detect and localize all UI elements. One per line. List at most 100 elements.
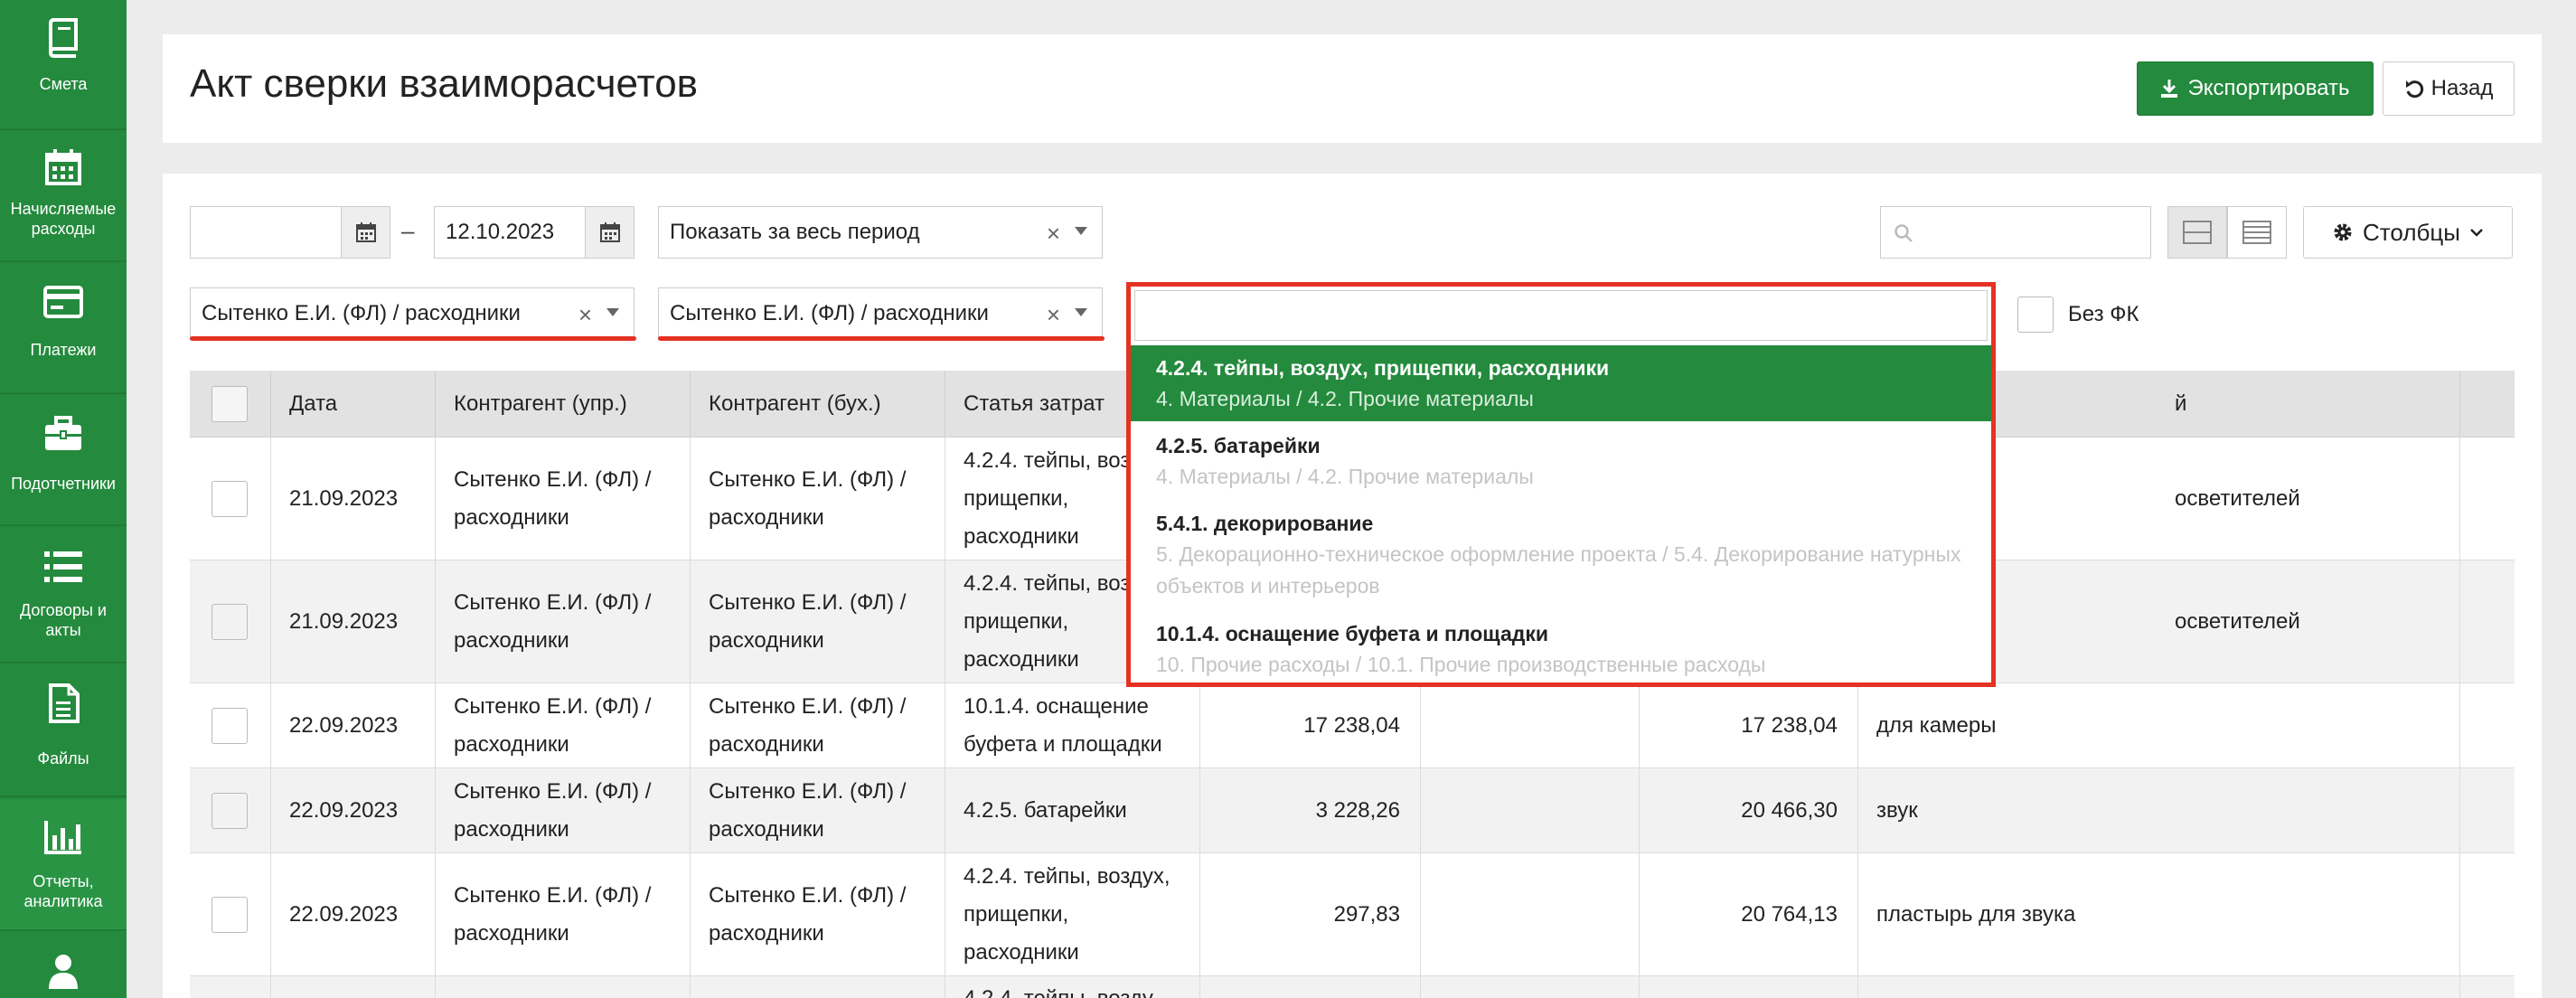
cell-contractor-mgmt: Сытенко Е.И. (ФЛ) / расходники — [436, 683, 691, 767]
sidebar-item-accountable[interactable]: Подотчетники — [0, 396, 127, 526]
row-checkbox[interactable] — [212, 896, 248, 933]
row-checkbox[interactable] — [212, 603, 248, 640]
cell-contractor-mgmt: Сытенко Е.И. (ФЛ) / расходники — [436, 768, 691, 852]
row-select[interactable] — [190, 853, 271, 975]
clear-icon[interactable]: × — [1047, 220, 1060, 248]
contractor-acc-value: Сытенко Е.И. (ФЛ) / расходники — [670, 301, 989, 325]
cell-debt — [1421, 976, 1640, 998]
cell-contractor-mgmt — [436, 976, 691, 998]
period-select[interactable]: Показать за весь период × — [658, 206, 1103, 259]
export-button[interactable]: Экспортировать — [2137, 61, 2374, 116]
row-select[interactable] — [190, 683, 271, 767]
dropdown-option-title: 4.2.4. тейпы, воздух, прищепки, расходни… — [1156, 356, 1610, 380]
cell-balance: 20 764,13 — [1640, 853, 1858, 975]
row-select[interactable] — [190, 976, 271, 998]
highlight-underline — [658, 336, 1105, 341]
sidebar-item-profile[interactable] — [0, 933, 127, 998]
cell-amount: 3 228,26 — [1200, 768, 1421, 852]
cell-contractor-mgmt: Сытенко Е.И. (ФЛ) / расходники — [436, 853, 691, 975]
cost-item-dropdown: 4.2.4. тейпы, воздух, прищепки, расходни… — [1126, 282, 1996, 687]
row-checkbox[interactable] — [212, 792, 248, 829]
cell-balance: 17 238,04 — [1640, 683, 1858, 767]
table-row[interactable]: 4.2.4. тейпы, возду — [190, 976, 2515, 998]
row-select[interactable] — [190, 768, 271, 852]
dropdown-option[interactable]: 4.2.5. батарейки 4. Материалы / 4.2. Про… — [1131, 423, 1991, 499]
cell-debt — [1421, 768, 1640, 852]
back-button[interactable]: Назад — [2383, 61, 2515, 116]
row-checkbox[interactable] — [212, 480, 248, 517]
contractor-mgmt-select[interactable]: Сытенко Е.И. (ФЛ) / расходники × — [190, 287, 635, 340]
sidebar-item-label: Платежи — [30, 341, 97, 359]
sidebar-item-accrued[interactable]: Начисляемые расходы — [0, 132, 127, 262]
sidebar-item-reports[interactable]: Отчеты, аналитика — [0, 799, 127, 931]
cell-date: 21.09.2023 — [271, 560, 436, 683]
dropdown-option-title: 10.1.4. оснащение буфета и площадки — [1156, 622, 1549, 645]
book-icon — [48, 18, 78, 58]
cell-contractor-acc: Сытенко Е.И. (ФЛ) / расходники — [691, 438, 945, 560]
row-select[interactable] — [190, 560, 271, 683]
header-actions — [2460, 371, 2515, 438]
cell-balance: 20 466,30 — [1640, 768, 1858, 852]
no-fk-checkbox[interactable] — [2017, 297, 2054, 333]
sidebar-item-files[interactable]: Файлы — [0, 665, 127, 797]
row-select[interactable] — [190, 438, 271, 560]
card-icon — [43, 286, 83, 318]
view-dense-button[interactable] — [2227, 206, 2287, 259]
date-to-calendar-button[interactable] — [585, 207, 634, 258]
chevron-down-icon — [2470, 229, 2483, 237]
cell-balance — [1640, 976, 1858, 998]
calendar-icon — [45, 149, 81, 185]
dropdown-option[interactable]: 10.1.4. оснащение буфета и площадки 10. … — [1131, 611, 1991, 683]
row-checkbox[interactable] — [212, 707, 248, 744]
dropdown-option-title: 5.4.1. декорирование — [1156, 512, 1374, 535]
cell-cost-item: 4.2.4. тейпы, возду — [945, 976, 1200, 998]
contractor-acc-select[interactable]: Сытенко Е.И. (ФЛ) / расходники × — [658, 287, 1103, 340]
calendar-icon — [599, 222, 620, 242]
columns-button[interactable]: Столбцы — [2303, 206, 2513, 259]
cell-comment: пластырь для звука — [1858, 853, 2460, 975]
export-button-label: Экспортировать — [2187, 76, 2350, 100]
clear-icon[interactable]: × — [1047, 301, 1060, 329]
sidebar-item-contracts[interactable]: Договоры и акты — [0, 528, 127, 664]
date-to-field[interactable]: 12.10.2023 — [434, 206, 635, 259]
header-contractor-acc[interactable]: Контрагент (бух.) — [691, 371, 945, 438]
header-select-all[interactable] — [190, 371, 271, 438]
page-title: Акт сверки взаиморасчетов — [190, 61, 699, 106]
cell-amount — [1200, 976, 1421, 998]
sidebar-item-estimate[interactable]: Смета — [0, 0, 127, 130]
search-icon — [1894, 224, 1913, 242]
dropdown-option-path: 4. Материалы / 4.2. Прочие материалы — [1156, 387, 1534, 410]
sidebar-item-label: Начисляемые расходы — [10, 200, 117, 238]
download-icon — [2161, 80, 2178, 98]
view-compact-button[interactable] — [2167, 206, 2227, 259]
date-from-calendar-button[interactable] — [341, 207, 390, 258]
period-value: Показать за весь период — [670, 220, 920, 244]
cell-contractor-mgmt: Сытенко Е.И. (ФЛ) / расходники — [436, 438, 691, 560]
cell-comment-text: осветителей — [2175, 485, 2300, 511]
columns-button-label: Столбцы — [2363, 218, 2460, 246]
table-row[interactable]: 22.09.2023 Сытенко Е.И. (ФЛ) / расходник… — [190, 768, 2515, 853]
rows-dense-icon — [2242, 221, 2271, 244]
file-icon — [49, 683, 80, 723]
cell-amount: 297,83 — [1200, 853, 1421, 975]
cell-cost-item: 4.2.5. батарейки — [945, 768, 1200, 852]
date-from-field[interactable] — [190, 206, 390, 259]
cell-debt — [1421, 683, 1640, 767]
cell-contractor-mgmt: Сытенко Е.И. (ФЛ) / расходники — [436, 560, 691, 683]
search-input[interactable] — [1880, 206, 2151, 259]
dropdown-option[interactable]: 4.2.4. тейпы, воздух, прищепки, расходни… — [1131, 345, 1991, 421]
sidebar-item-payments[interactable]: Платежи — [0, 264, 127, 394]
cost-item-search-input[interactable] — [1134, 290, 1988, 341]
dropdown-option[interactable]: 5.4.1. декорирование 5. Декорационно-тех… — [1131, 501, 1991, 611]
dropdown-option-title: 4.2.5. батарейки — [1156, 434, 1321, 457]
contractor-mgmt-value: Сытенко Е.И. (ФЛ) / расходники — [202, 301, 521, 325]
page-header: Акт сверки взаиморасчетов Экспортировать… — [163, 34, 2542, 143]
header-contractor-mgmt[interactable]: Контрагент (упр.) — [436, 371, 691, 438]
cell-contractor-acc: Сытенко Е.И. (ФЛ) / расходники — [691, 768, 945, 852]
select-all-checkbox[interactable] — [212, 386, 248, 422]
table-row[interactable]: 22.09.2023 Сытенко Е.И. (ФЛ) / расходник… — [190, 683, 2515, 768]
clear-icon[interactable]: × — [578, 301, 592, 329]
table-row[interactable]: 22.09.2023 Сытенко Е.И. (ФЛ) / расходник… — [190, 853, 2515, 976]
cell-date: 22.09.2023 — [271, 683, 436, 767]
header-date[interactable]: Дата — [271, 371, 436, 438]
